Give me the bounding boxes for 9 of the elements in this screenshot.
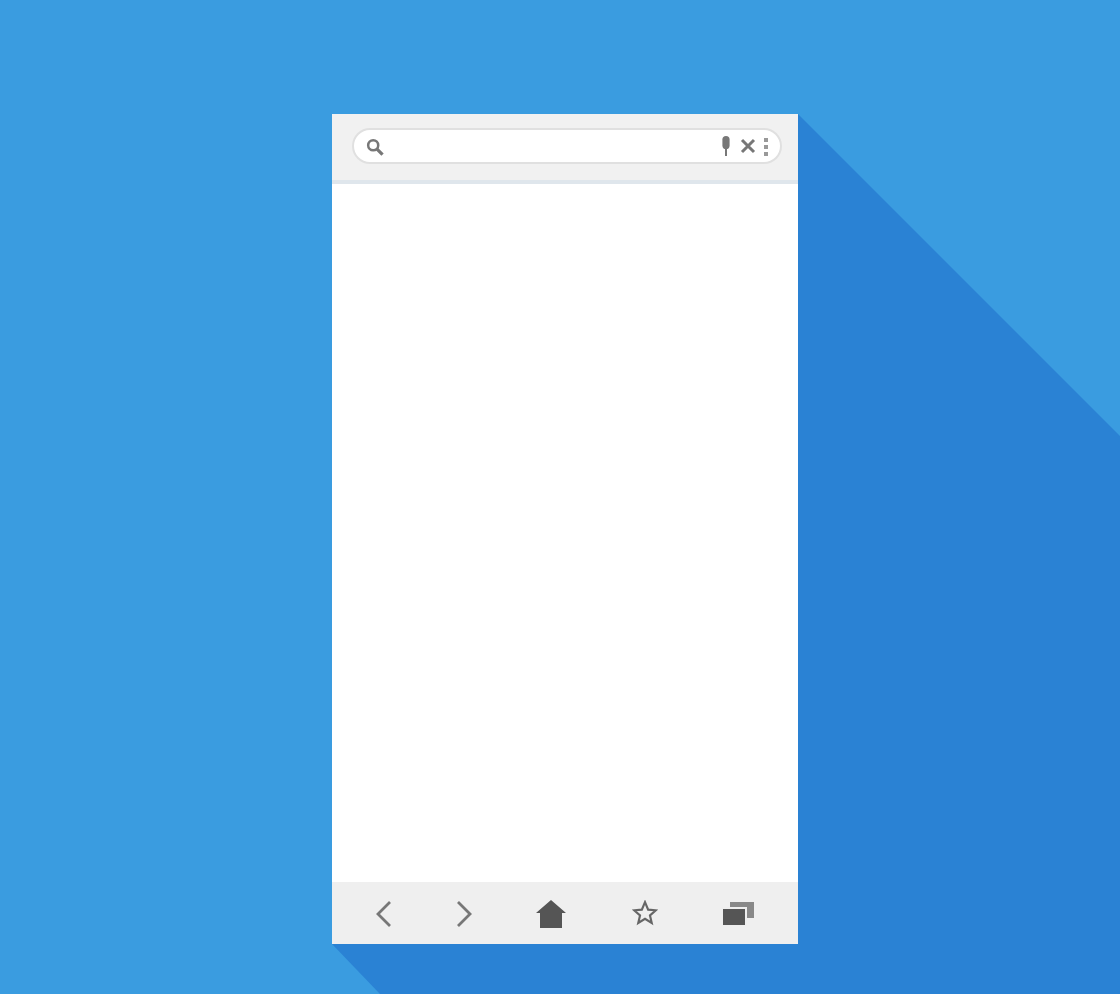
microphone-icon[interactable] — [720, 136, 732, 156]
back-icon[interactable] — [376, 899, 393, 927]
home-icon[interactable] — [536, 899, 567, 927]
star-icon[interactable] — [631, 900, 658, 926]
tabs-icon[interactable] — [721, 901, 754, 925]
close-icon[interactable] — [740, 138, 756, 154]
search-icon — [366, 137, 384, 155]
search-field[interactable] — [352, 128, 782, 164]
forward-icon[interactable] — [456, 899, 473, 927]
